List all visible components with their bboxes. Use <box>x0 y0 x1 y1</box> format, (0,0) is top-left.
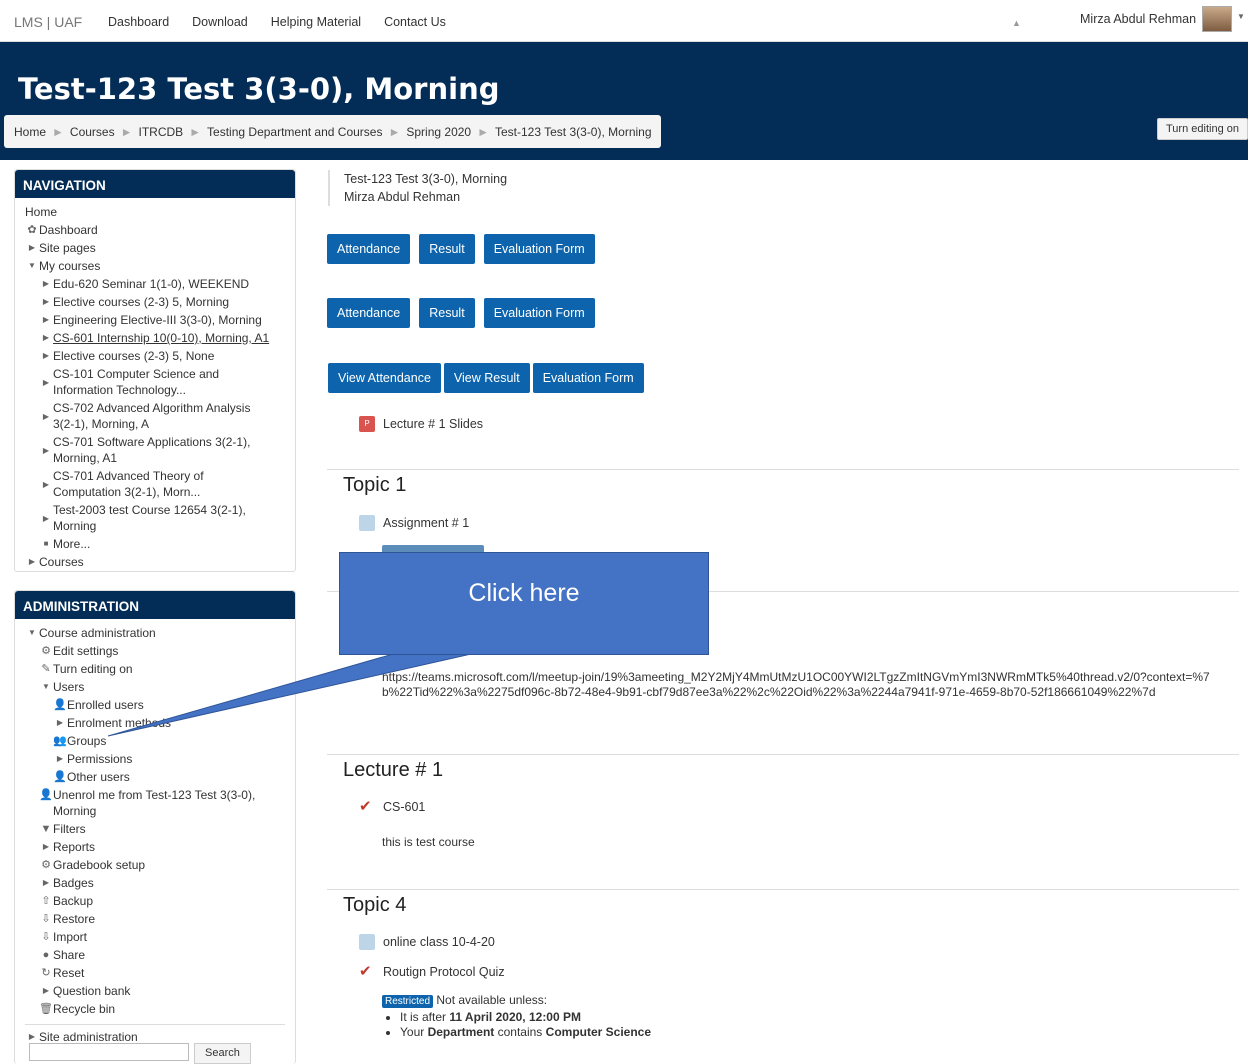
callout-pointer <box>107 651 481 737</box>
callout-pointer-shape <box>107 651 481 737</box>
click-here-callout: Click here <box>339 552 709 655</box>
